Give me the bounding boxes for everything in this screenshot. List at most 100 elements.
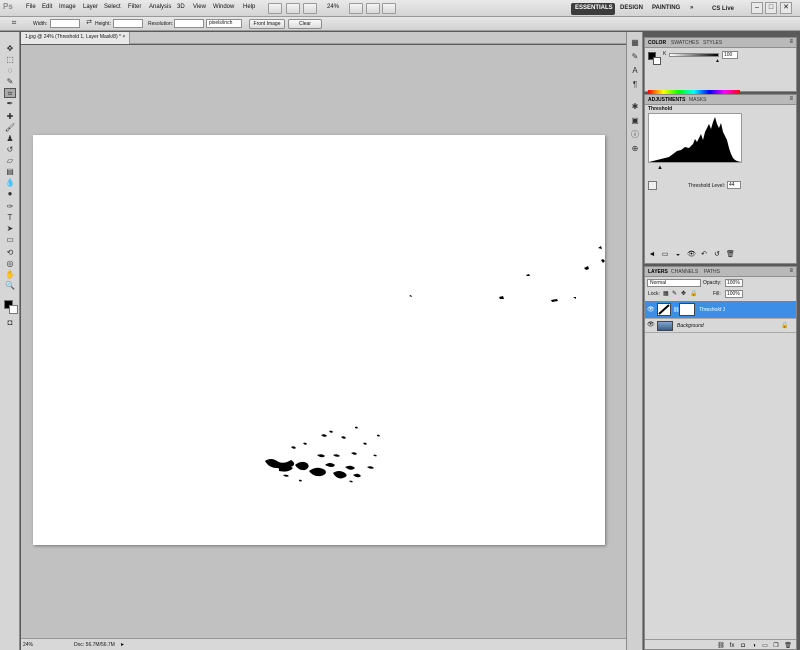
path-selection-tool-icon[interactable]: ➤ bbox=[4, 224, 16, 234]
lock-all-icon[interactable]: 🔒 bbox=[690, 290, 697, 297]
history-brush-tool-icon[interactable]: ↺ bbox=[4, 145, 16, 155]
blur-tool-icon[interactable]: 💧 bbox=[4, 178, 16, 188]
menu-filter[interactable]: Filter bbox=[128, 4, 141, 10]
menu-help[interactable]: Help bbox=[243, 4, 255, 10]
layer-style-icon[interactable]: fx bbox=[728, 643, 736, 650]
layer-name[interactable]: Threshold 1 bbox=[699, 307, 725, 313]
hand-tool-icon[interactable]: ✋ bbox=[4, 270, 16, 280]
zoom-tool-icon[interactable]: 🔍 bbox=[4, 281, 16, 291]
workspace-essentials[interactable]: ESSENTIALS bbox=[571, 3, 615, 15]
resolution-input[interactable] bbox=[174, 19, 204, 28]
new-group-icon[interactable]: ▭ bbox=[761, 643, 769, 650]
adjustments-panel-menu-icon[interactable]: ≡ bbox=[789, 96, 793, 102]
tab-masks[interactable]: MASKS bbox=[689, 97, 707, 103]
new-adjustment-layer-icon[interactable]: ◑ bbox=[750, 643, 758, 650]
lock-position-icon[interactable]: ✥ bbox=[681, 290, 686, 297]
status-menu-arrow-icon[interactable]: ▸ bbox=[121, 641, 124, 648]
background-color-swatch[interactable] bbox=[9, 305, 18, 314]
quick-mask-icon[interactable]: ◘ bbox=[4, 318, 16, 328]
dodge-tool-icon[interactable]: ● bbox=[4, 189, 16, 199]
tab-color[interactable]: COLOR bbox=[648, 40, 666, 46]
type-tool-icon[interactable]: T bbox=[4, 213, 16, 223]
tab-layers[interactable]: LAYERS bbox=[648, 269, 668, 275]
marquee-tool-icon[interactable]: ⬚ bbox=[4, 55, 16, 65]
document-tab[interactable]: 1.jpg @ 24% (Threshold 1, Layer Mask/8) … bbox=[21, 32, 131, 44]
workspace-more[interactable]: » bbox=[686, 3, 697, 15]
toggle-visibility-icon[interactable]: 👁 bbox=[687, 251, 696, 259]
previous-state-icon[interactable]: ↶ bbox=[700, 251, 708, 259]
healing-brush-tool-icon[interactable]: ✚ bbox=[4, 112, 16, 122]
layer-row-background[interactable]: 👁 Background 🔒 bbox=[645, 319, 796, 333]
restore-button[interactable]: □ bbox=[765, 2, 777, 14]
delete-layer-icon[interactable]: 🗑 bbox=[784, 643, 792, 650]
k-slider-track[interactable] bbox=[669, 53, 719, 57]
threshold-preset-icon[interactable] bbox=[648, 181, 657, 190]
color-background-swatch[interactable] bbox=[653, 57, 661, 65]
reset-icon[interactable]: ↺ bbox=[713, 251, 721, 259]
actions-panel-icon[interactable]: ✱ bbox=[630, 102, 640, 112]
arrange-documents-button[interactable] bbox=[366, 3, 380, 14]
layer-visibility-eye-icon[interactable]: 👁 bbox=[647, 307, 655, 314]
3d-orbit-tool-icon[interactable]: ◎ bbox=[4, 259, 16, 269]
return-to-list-icon[interactable]: ◄ bbox=[648, 251, 656, 259]
image-canvas[interactable] bbox=[33, 135, 605, 545]
add-mask-icon[interactable]: ◘ bbox=[739, 643, 747, 650]
info-panel-icon[interactable]: ⓘ bbox=[630, 130, 640, 140]
brush-presets-icon[interactable]: ✎ bbox=[630, 52, 640, 62]
view-extras-button[interactable] bbox=[303, 3, 317, 14]
close-button[interactable]: ✕ bbox=[780, 2, 792, 14]
opacity-input[interactable]: 100% bbox=[725, 279, 743, 287]
menu-file[interactable]: File bbox=[26, 4, 36, 10]
status-zoom-field[interactable]: 24% bbox=[23, 642, 33, 648]
tab-paths[interactable]: PATHS bbox=[704, 269, 720, 275]
menu-select[interactable]: Select bbox=[104, 4, 121, 10]
lock-transparent-icon[interactable]: ▦ bbox=[663, 290, 669, 297]
lasso-tool-icon[interactable]: ◌ bbox=[4, 66, 16, 76]
fill-input[interactable]: 100% bbox=[725, 290, 743, 298]
pen-tool-icon[interactable]: ✑ bbox=[4, 202, 16, 212]
new-layer-icon[interactable]: ❐ bbox=[772, 643, 780, 650]
close-tab-icon[interactable]: × bbox=[122, 34, 125, 40]
move-tool-icon[interactable]: ✥ bbox=[4, 44, 16, 54]
threshold-level-input[interactable]: 44 bbox=[727, 181, 741, 189]
workspace-design[interactable]: DESIGN bbox=[616, 3, 647, 15]
hand-tool-button[interactable] bbox=[349, 3, 363, 14]
cs-live-button[interactable]: CS Live bbox=[708, 4, 738, 16]
swap-dimensions-icon[interactable]: ⇄ bbox=[83, 18, 95, 28]
launch-bridge-button[interactable] bbox=[268, 3, 282, 14]
tab-adjustments[interactable]: ADJUSTMENTS bbox=[648, 97, 686, 103]
width-input[interactable] bbox=[50, 19, 80, 28]
gradient-tool-icon[interactable]: ▤ bbox=[4, 167, 16, 177]
clone-stamp-tool-icon[interactable]: ♟ bbox=[4, 134, 16, 144]
tab-styles[interactable]: STYLES bbox=[703, 40, 722, 46]
character-panel-icon[interactable]: A bbox=[630, 66, 640, 76]
tab-swatches[interactable]: SWATCHES bbox=[671, 40, 699, 46]
3d-rotate-tool-icon[interactable]: ⟲ bbox=[4, 248, 16, 258]
resolution-unit-select[interactable]: pixels/inch bbox=[206, 19, 242, 28]
tab-channels[interactable]: CHANNELS bbox=[671, 269, 698, 275]
menu-3d[interactable]: 3D bbox=[177, 4, 185, 10]
minimize-button[interactable]: – bbox=[751, 2, 763, 14]
threshold-slider-handle-icon[interactable]: ▲ bbox=[657, 165, 663, 171]
clip-to-layer-icon[interactable]: ◒ bbox=[674, 251, 682, 259]
delete-adjustment-icon[interactable]: 🗑 bbox=[726, 251, 735, 259]
lock-image-icon[interactable]: ✎ bbox=[672, 290, 677, 297]
brush-tool-icon[interactable]: 🖌 bbox=[4, 123, 16, 133]
k-slider-handle-icon[interactable]: ▲ bbox=[715, 58, 720, 64]
launch-mini-bridge-button[interactable] bbox=[286, 3, 300, 14]
k-value-input[interactable]: 100 bbox=[722, 51, 738, 59]
screen-mode-button[interactable] bbox=[382, 3, 396, 14]
menu-edit[interactable]: Edit bbox=[42, 4, 52, 10]
navigator-panel-icon[interactable]: ▣ bbox=[630, 116, 640, 126]
front-image-button[interactable]: Front Image bbox=[249, 19, 285, 29]
clear-button[interactable]: Clear bbox=[288, 19, 322, 29]
history-panel-icon[interactable]: ▦ bbox=[630, 38, 640, 48]
workspace-painting[interactable]: PAINTING bbox=[648, 3, 684, 15]
eyedropper-tool-icon[interactable]: ✒ bbox=[4, 99, 16, 109]
link-layers-icon[interactable]: ⛓ bbox=[717, 643, 725, 650]
zoom-level-dropdown[interactable]: 24% bbox=[327, 4, 339, 10]
blend-mode-select[interactable]: Normal bbox=[647, 279, 701, 287]
layer-name[interactable]: Background bbox=[677, 323, 704, 329]
eraser-tool-icon[interactable]: ▱ bbox=[4, 156, 16, 166]
menu-analysis[interactable]: Analysis bbox=[149, 4, 171, 10]
